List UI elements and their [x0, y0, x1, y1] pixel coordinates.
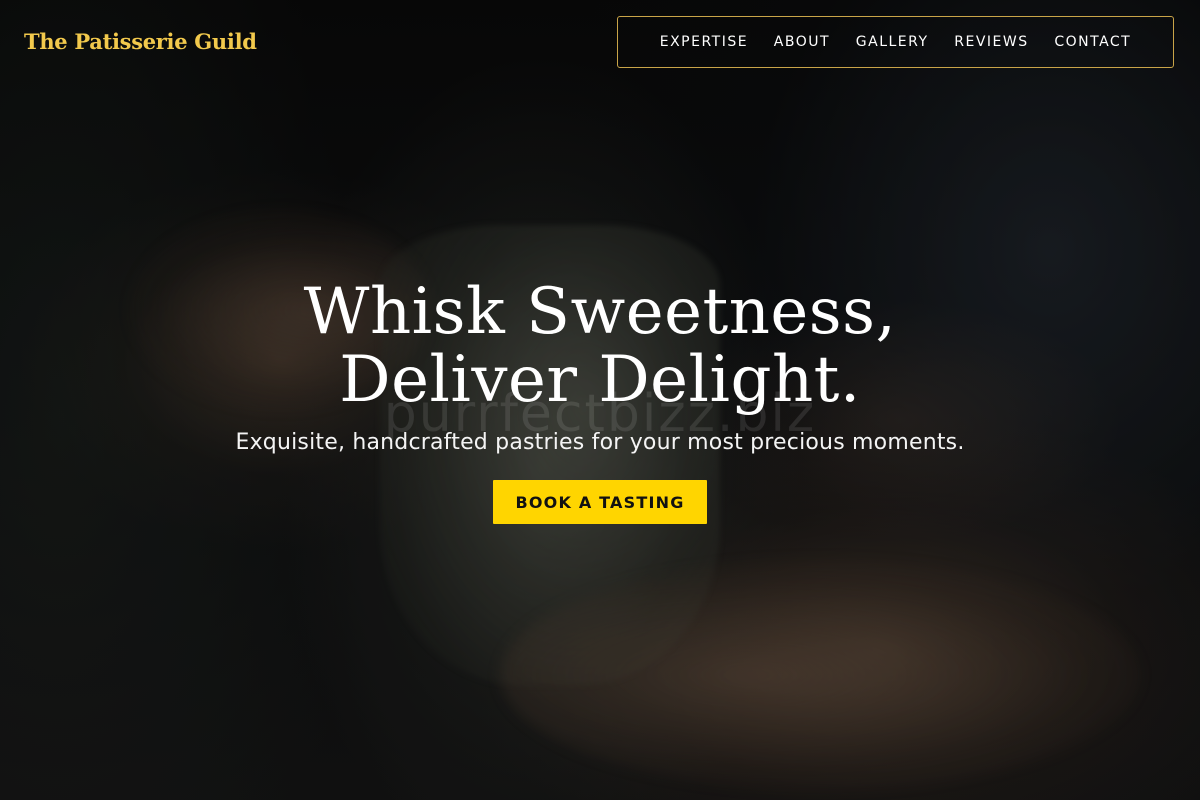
hero-headline-line2: Deliver Delight.	[339, 343, 861, 417]
nav-link-about[interactable]: ABOUT	[774, 34, 830, 50]
hero-headline: Whisk Sweetness, Deliver Delight.	[0, 278, 1200, 414]
hero-section: purrfectbizz.biz The Patisserie Guild EX…	[0, 0, 1200, 800]
brand-logo[interactable]: The Patisserie Guild	[24, 29, 257, 54]
navbar: The Patisserie Guild EXPERTISE ABOUT GAL…	[0, 0, 1200, 86]
hero-subheadline: Exquisite, handcrafted pastries for your…	[235, 430, 965, 455]
nav-link-reviews[interactable]: REVIEWS	[954, 34, 1028, 50]
nav-link-gallery[interactable]: GALLERY	[856, 34, 929, 50]
hero-headline-line1: Whisk Sweetness,	[303, 275, 897, 349]
nav-menu: EXPERTISE ABOUT GALLERY REVIEWS CONTACT	[617, 16, 1174, 68]
nav-link-expertise[interactable]: EXPERTISE	[660, 34, 748, 50]
nav-link-contact[interactable]: CONTACT	[1054, 34, 1131, 50]
hero-content: Whisk Sweetness, Deliver Delight. Exquis…	[0, 278, 1200, 524]
book-tasting-button[interactable]: BOOK A TASTING	[493, 480, 707, 524]
